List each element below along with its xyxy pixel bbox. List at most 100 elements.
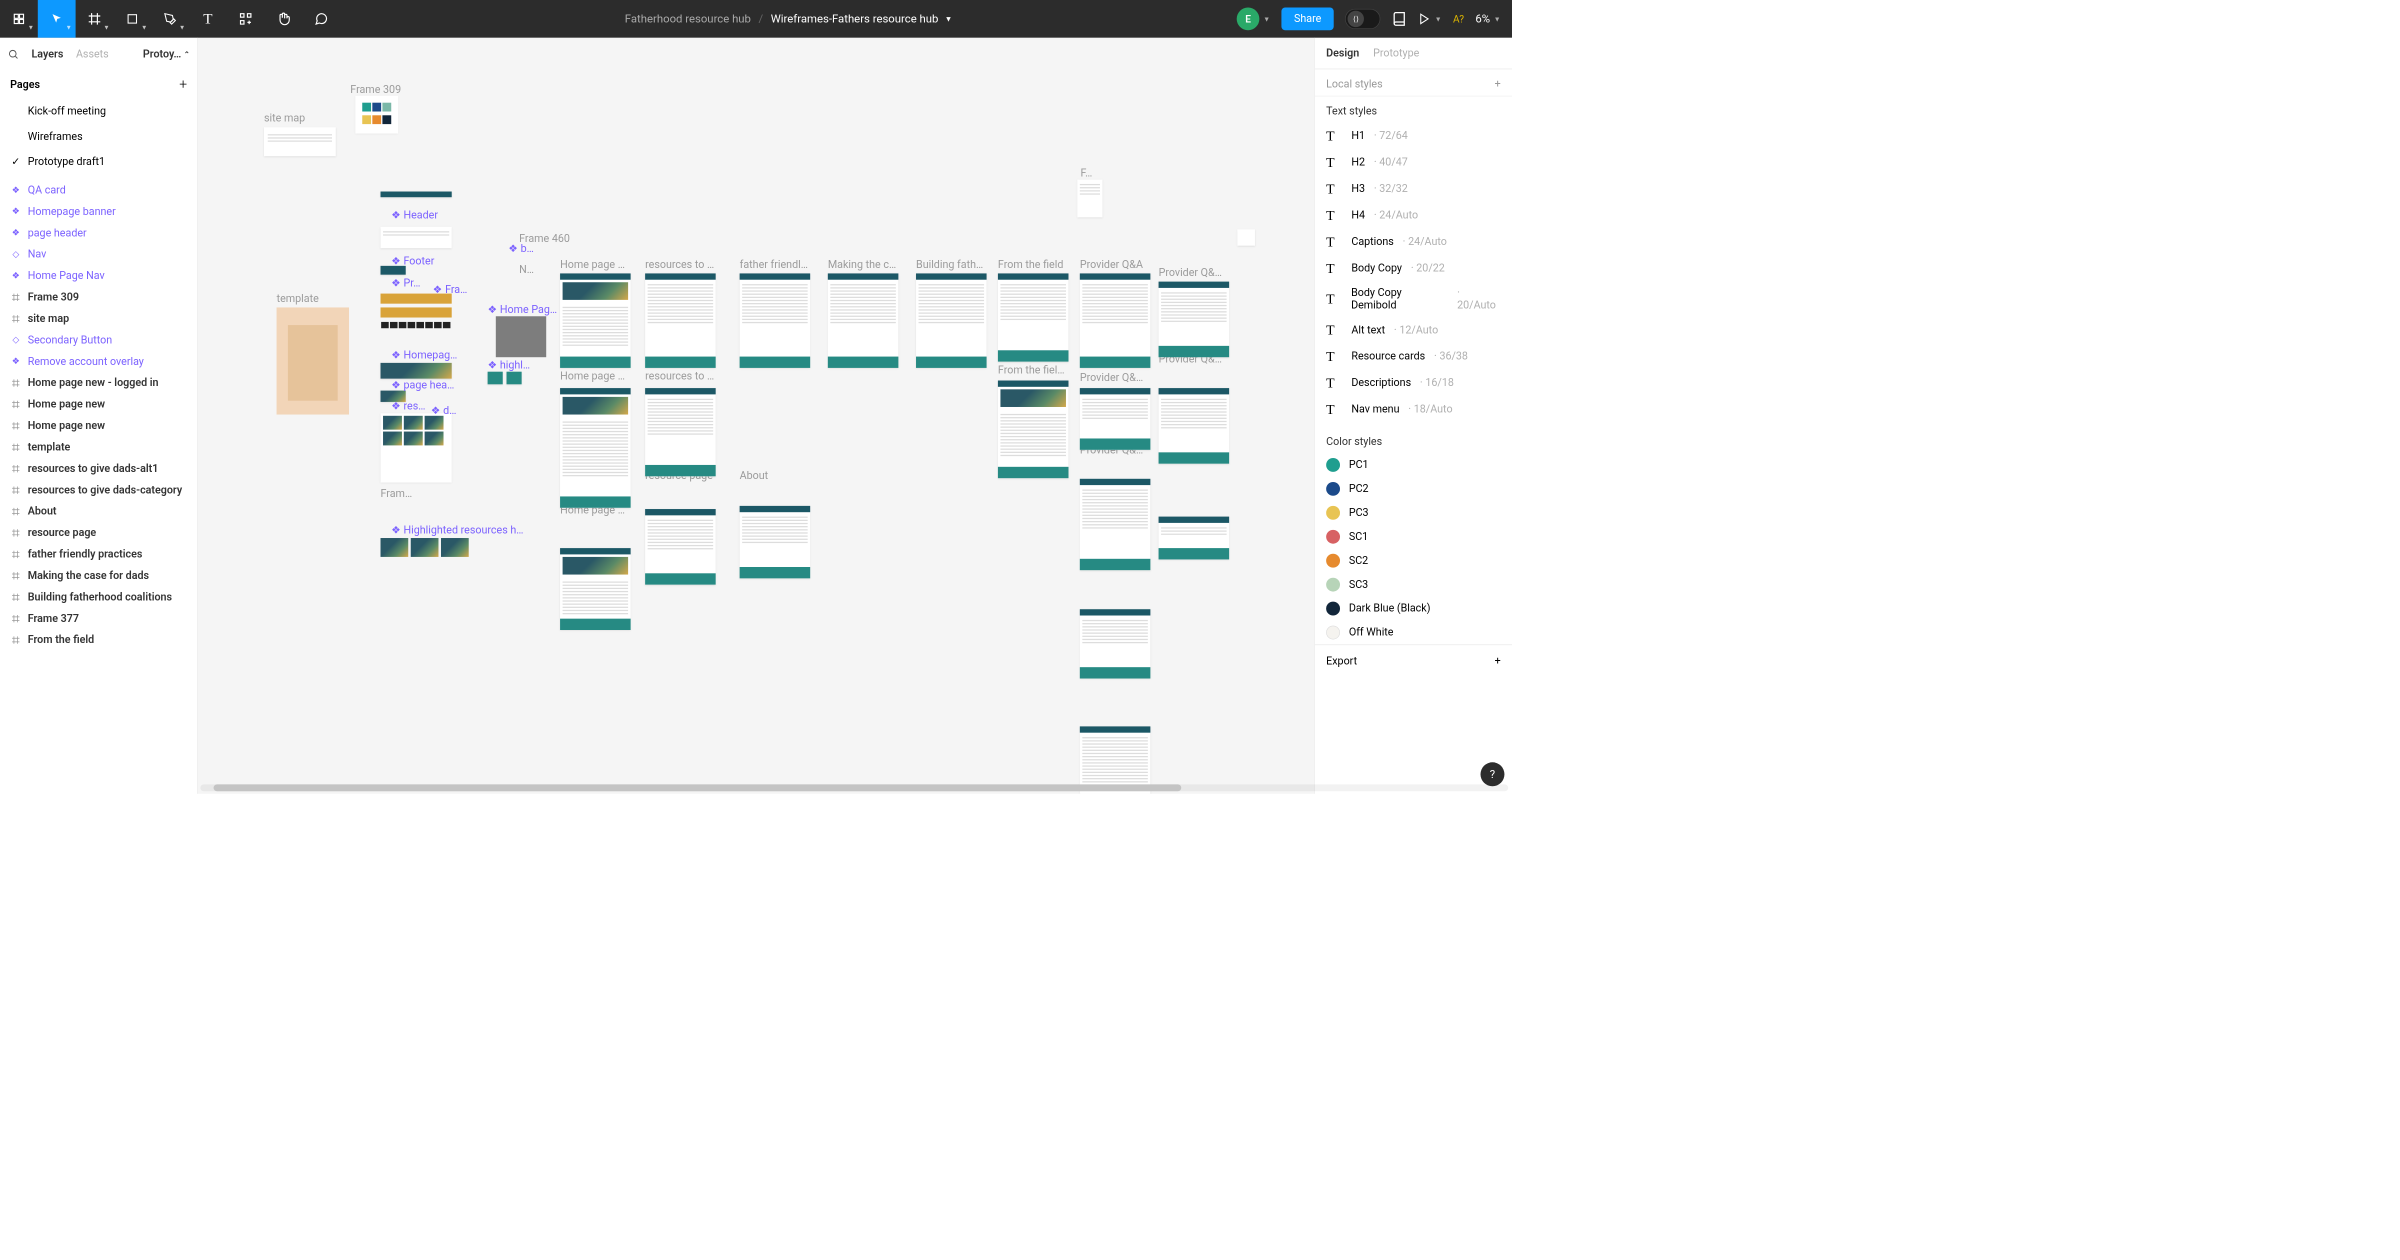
layer-row[interactable]: ❖QA card — [0, 180, 197, 201]
canvas-frame[interactable] — [828, 273, 899, 368]
canvas-frame-label[interactable]: Frame 309 — [350, 84, 401, 97]
layer-row[interactable]: father friendly practices — [0, 544, 197, 565]
text-style-row[interactable]: TH3 · 32/32 — [1315, 176, 1512, 202]
canvas-frame[interactable] — [1159, 517, 1230, 560]
canvas-frame-label[interactable]: resources to … — [645, 370, 714, 383]
canvas-frame[interactable] — [645, 509, 716, 585]
layer-row[interactable]: From the field — [0, 629, 197, 650]
canvas-frame[interactable] — [1080, 388, 1151, 450]
canvas-frame-label[interactable]: Home page … — [560, 370, 625, 383]
canvas-frame-label[interactable]: ❖ Home Pag… — [488, 304, 557, 317]
move-tool[interactable]: ▼ — [38, 0, 76, 38]
text-style-row[interactable]: TH4 · 24/Auto — [1315, 202, 1512, 228]
canvas-frame[interactable] — [740, 273, 811, 368]
assets-tab[interactable]: Assets — [76, 48, 109, 61]
canvas-frame-label[interactable]: From the fiel… — [998, 364, 1065, 377]
share-button[interactable]: Share — [1281, 8, 1333, 31]
document-title[interactable]: Fatherhood resource hub / Wireframes-Fat… — [340, 12, 1237, 25]
canvas-frame[interactable] — [355, 96, 398, 134]
color-style-row[interactable]: SC3 — [1315, 573, 1512, 597]
layer-row[interactable]: Frame 377 — [0, 608, 197, 629]
canvas-frame[interactable] — [1080, 609, 1151, 678]
canvas-frame[interactable] — [507, 372, 522, 385]
layer-row[interactable]: resource page — [0, 522, 197, 543]
zoom-menu[interactable]: 6% ▼ — [1475, 12, 1500, 25]
text-style-row[interactable]: TCaptions · 24/Auto — [1315, 229, 1512, 255]
text-style-row[interactable]: TDescriptions · 16/18 — [1315, 370, 1512, 396]
scrollbar-thumb[interactable] — [213, 784, 1181, 791]
text-tool[interactable]: T — [189, 0, 227, 38]
canvas-frame-label[interactable]: Home page … — [560, 258, 625, 271]
layer-row[interactable]: template — [0, 437, 197, 458]
layer-row[interactable]: Frame 309 — [0, 287, 197, 308]
canvas-frame[interactable] — [381, 227, 452, 248]
prototype-tab[interactable]: Prototype — [1373, 47, 1419, 60]
canvas-frame-label[interactable]: ❖ Highlighted resources h… — [391, 524, 523, 537]
canvas-frame[interactable] — [560, 273, 631, 368]
layer-row[interactable]: About — [0, 501, 197, 522]
layers-tab[interactable]: Layers — [32, 48, 64, 61]
canvas-frame[interactable] — [1080, 479, 1151, 570]
text-style-row[interactable]: TResource cards · 36/38 — [1315, 343, 1512, 369]
layer-row[interactable]: ❖Homepage banner — [0, 201, 197, 222]
canvas-frame[interactable] — [381, 307, 452, 317]
dev-mode-toggle[interactable]: ⟨⟩ — [1345, 9, 1380, 29]
layer-row[interactable]: Home page new - logged in — [0, 372, 197, 393]
page-selector[interactable]: Protoy… ⌃ — [143, 48, 190, 61]
canvas-frame-label[interactable]: Provider Q&… — [1080, 372, 1143, 385]
canvas-frame[interactable] — [488, 372, 503, 385]
layer-row[interactable]: ❖Home Page Nav — [0, 265, 197, 286]
canvas-frame[interactable] — [381, 413, 452, 482]
text-style-row[interactable]: TBody Copy · 20/22 — [1315, 255, 1512, 281]
search-icon[interactable] — [8, 49, 19, 60]
layer-row[interactable]: ◇Secondary Button — [0, 329, 197, 350]
canvas-frame-label[interactable]: Provider Q&A — [1080, 258, 1143, 271]
canvas-frame[interactable] — [1237, 229, 1255, 245]
color-style-row[interactable]: SC1 — [1315, 525, 1512, 549]
canvas-frame[interactable] — [998, 273, 1069, 361]
export-section[interactable]: Export + — [1315, 644, 1512, 677]
present-button[interactable]: ▼ — [1418, 13, 1441, 26]
shape-tool[interactable]: ▼ — [113, 0, 151, 38]
text-style-row[interactable]: TH1 · 72/64 — [1315, 123, 1512, 149]
help-button[interactable]: ? — [1481, 762, 1505, 786]
canvas-frame-label[interactable]: Provider Q&… — [1159, 266, 1222, 279]
canvas[interactable]: site mapFrame 309❖ Header❖ Footer❖ Pr…❖ … — [198, 38, 1314, 794]
layer-row[interactable]: ❖Remove account overlay — [0, 351, 197, 372]
frame-tool[interactable]: ▼ — [76, 0, 114, 38]
user-avatar-menu[interactable]: E ▼ — [1237, 8, 1270, 31]
canvas-frame[interactable] — [740, 506, 811, 578]
layer-row[interactable]: Making the case for dads — [0, 565, 197, 586]
canvas-frame[interactable] — [916, 273, 987, 368]
canvas-frame-label[interactable]: ❖ res… — [391, 400, 425, 413]
canvas-frame[interactable] — [381, 192, 452, 198]
canvas-frame-label[interactable]: N… — [519, 263, 534, 276]
canvas-frame-label[interactable]: ❖ page hea… — [391, 379, 454, 392]
canvas-frame-label[interactable]: resources to … — [645, 258, 714, 271]
canvas-frame[interactable] — [1080, 273, 1151, 368]
canvas-frame-label[interactable]: Making the c… — [828, 258, 896, 271]
canvas-frame[interactable] — [277, 307, 349, 414]
layer-row[interactable]: Home page new — [0, 394, 197, 415]
layer-row[interactable]: Home page new — [0, 415, 197, 436]
canvas-frame-label[interactable]: site map — [264, 112, 305, 125]
canvas-frame[interactable] — [1159, 388, 1230, 464]
color-style-row[interactable]: Dark Blue (Black) — [1315, 597, 1512, 621]
horizontal-scrollbar[interactable] — [200, 784, 1508, 791]
canvas-frame[interactable] — [1077, 180, 1102, 218]
layer-row[interactable]: resources to give dads-category — [0, 479, 197, 500]
canvas-frame-label[interactable]: ❖ highl… — [488, 359, 530, 372]
canvas-frame-label[interactable]: Frame 460 — [519, 232, 570, 245]
canvas-frame-label[interactable]: ❖ d… — [431, 404, 456, 417]
canvas-frame[interactable] — [264, 127, 336, 156]
canvas-frame[interactable] — [381, 321, 452, 340]
canvas-frame[interactable] — [1159, 282, 1230, 358]
canvas-frame-label[interactable]: Fram… — [381, 488, 413, 501]
add-export-button[interactable]: + — [1495, 655, 1501, 668]
design-tab[interactable]: Design — [1326, 47, 1359, 60]
pen-tool[interactable]: ▼ — [151, 0, 189, 38]
color-style-row[interactable]: Off White — [1315, 621, 1512, 645]
color-style-row[interactable]: PC1 — [1315, 453, 1512, 477]
canvas-frame-label[interactable]: F… — [1080, 167, 1092, 180]
layer-row[interactable]: resources to give dads-alt1 — [0, 458, 197, 479]
